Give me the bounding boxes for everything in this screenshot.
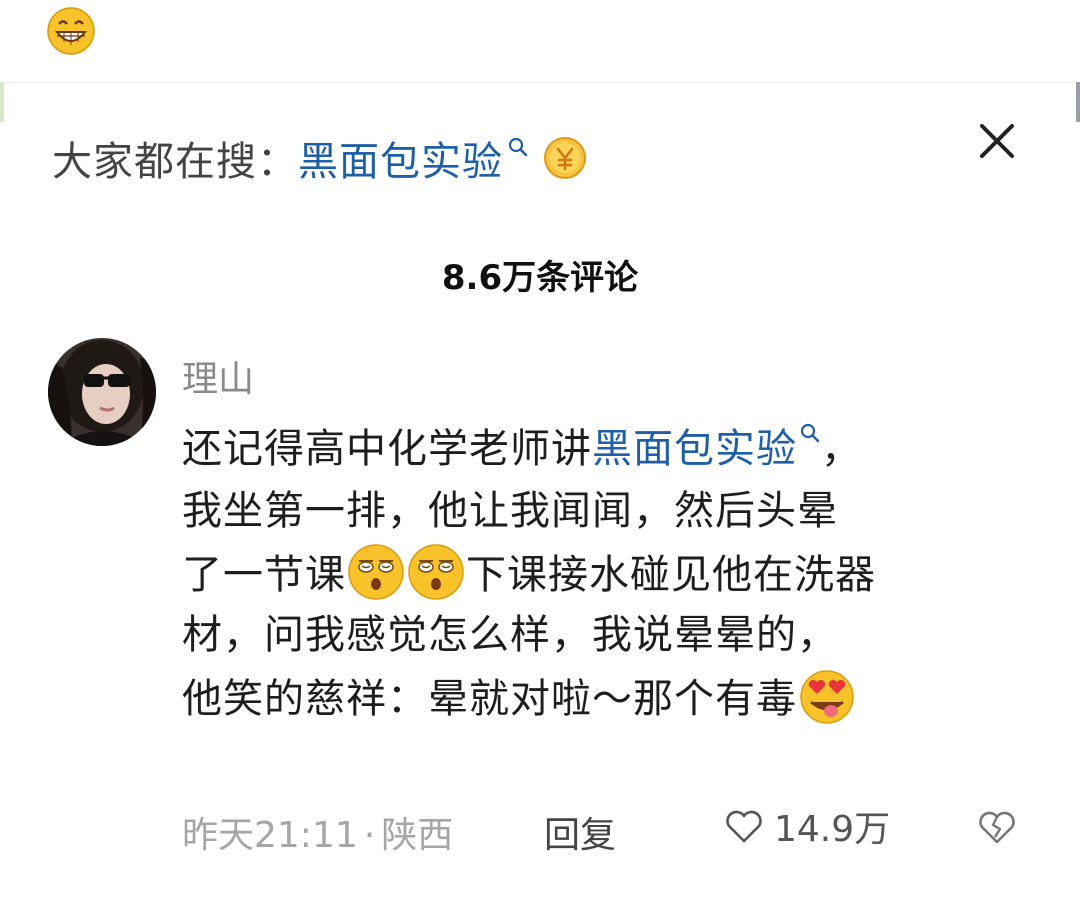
search-icon: [508, 137, 528, 157]
comment-text-segment: 他笑的慈祥：晕就对啦～那个有毒: [182, 676, 797, 722]
comment-time-location: 昨天21:11 · 陕西: [182, 806, 453, 858]
comment-text-segment: 下课接水碰见他在洗器: [466, 552, 876, 598]
search-icon: [800, 423, 820, 443]
comment-line: 还记得高中化学老师讲黑面包实验 ，: [182, 418, 1052, 480]
trending-search-link[interactable]: 黑面包实验: [298, 129, 503, 187]
broken-heart-icon[interactable]: [974, 804, 1020, 850]
heart-outline-icon: [726, 810, 762, 843]
reply-button[interactable]: 回复: [544, 806, 616, 858]
heart-eyes-tongue-icon: [800, 670, 854, 724]
like-count: 14.9万: [774, 809, 891, 850]
meta-separator: ·: [363, 815, 376, 856]
comment-text-segment: 还记得高中化学老师讲: [182, 426, 592, 472]
comment-line: 了一节课 下课接水碰见他在洗器: [182, 542, 1052, 604]
grinning-face-icon: [47, 7, 95, 55]
comment-line: 我坐第一排，他让我闻闻，然后头晕: [182, 488, 838, 534]
comment-meta: 昨天21:11 · 陕西 回复 14.9万: [182, 800, 1042, 856]
sheet-edge: [1076, 82, 1080, 122]
comment-text-segment: 了一节课: [182, 552, 346, 598]
comment-line: 材，问我感觉怎么样，我说晕晕的，: [182, 612, 838, 658]
search-keyword-link[interactable]: 黑面包实验: [592, 426, 797, 472]
sheet-edge: [0, 82, 4, 122]
previous-post-strip: [0, 0, 1080, 82]
trending-search-bar[interactable]: 大家都在搜： 黑面包实验: [52, 128, 587, 188]
comment-line: 他笑的慈祥：晕就对啦～那个有毒: [182, 666, 1052, 728]
dizzy-face-icon: [348, 544, 404, 600]
yuan-coin-icon: [544, 137, 586, 179]
comment-text-segment: ，: [821, 426, 862, 472]
avatar[interactable]: [48, 338, 156, 446]
like-button[interactable]: 14.9万: [722, 800, 890, 852]
trending-search-prefix: 大家都在搜：: [52, 139, 298, 185]
comment-location: 陕西: [381, 815, 454, 856]
user-avatar-image: [48, 338, 156, 446]
comment-time: 昨天21:11: [182, 815, 358, 856]
comment-text: 还记得高中化学老师讲黑面包实验 ， 我坐第一排，他让我闻闻，然后头晕 了一节课 下…: [182, 418, 1052, 728]
dizzy-face-icon: [408, 544, 464, 600]
close-icon[interactable]: [974, 118, 1020, 164]
comment-count-title: 8.6万条评论: [441, 258, 639, 298]
comment-username[interactable]: 理山: [182, 350, 254, 402]
